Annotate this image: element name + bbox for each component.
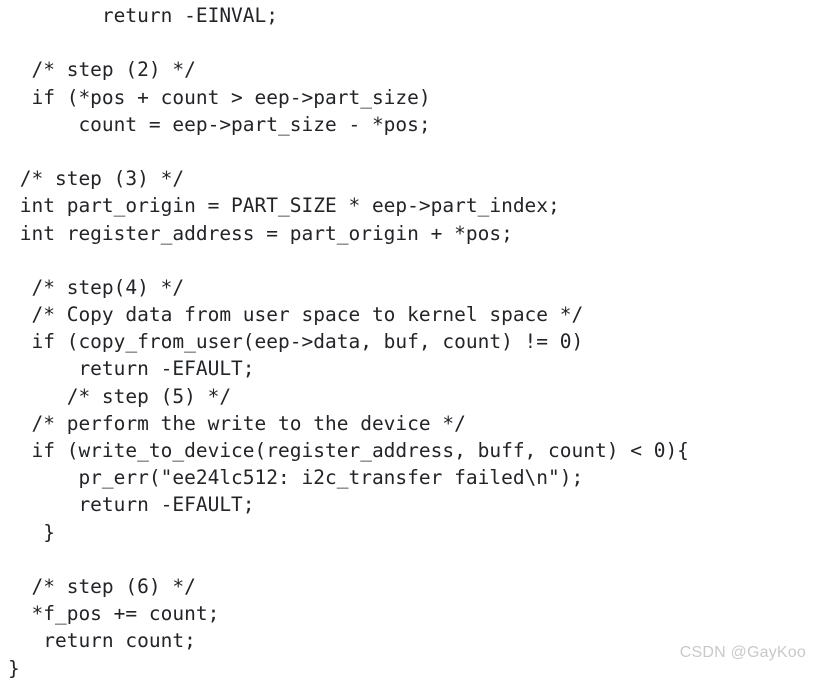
code-line: } xyxy=(8,520,55,544)
code-line: /* step (3) */ xyxy=(8,167,185,191)
code-line: /* step (5) */ xyxy=(8,384,232,408)
code-line: return -EINVAL; xyxy=(8,4,279,27)
code-line: /* step (2) */ xyxy=(8,58,196,82)
code-line: /* Copy data from user space to kernel s… xyxy=(8,303,584,327)
code-line: if (write_to_device(register_address, bu… xyxy=(8,439,689,462)
code-line: *f_pos += count; xyxy=(8,602,220,626)
code-line: if (copy_from_user(eep->data, buf, count… xyxy=(8,330,584,354)
code-line: int register_address = part_origin + *po… xyxy=(8,221,513,245)
code-line: return -EFAULT; xyxy=(8,493,255,517)
code-line: /* perform the write to the device */ xyxy=(8,411,466,435)
code-line: /* step (6) */ xyxy=(8,574,196,598)
code-line-list: return -EINVAL; /* step (2) */ if (*pos … xyxy=(0,2,819,682)
code-line: pr_err("ee24lc512: i2c_transfer failed\n… xyxy=(8,466,584,490)
csdn-watermark: CSDN @GayKoo xyxy=(679,644,806,661)
code-snippet: return -EINVAL; /* step (2) */ if (*pos … xyxy=(0,0,819,680)
code-line: return -EFAULT; xyxy=(8,357,255,381)
code-line: if (*pos + count > eep->part_size) xyxy=(8,85,431,109)
code-line: count = eep->part_size - *pos; xyxy=(8,112,431,136)
code-line: int part_origin = PART_SIZE * eep->part_… xyxy=(8,194,560,218)
code-line: /* step(4) */ xyxy=(8,275,185,299)
